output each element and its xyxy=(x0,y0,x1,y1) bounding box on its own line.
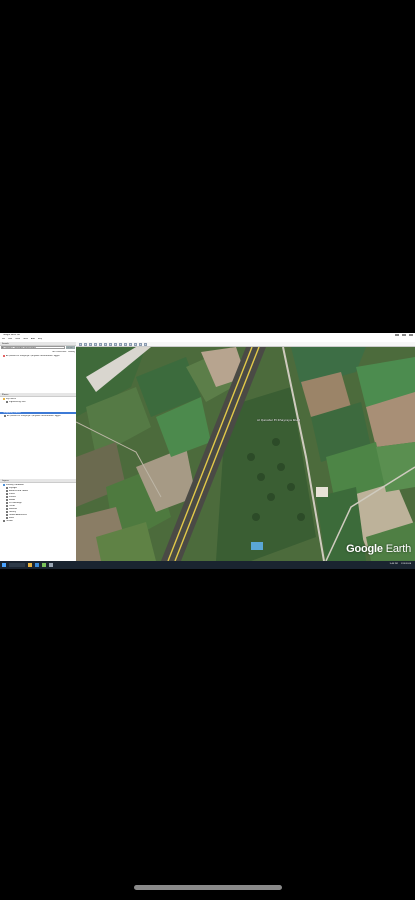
app-icon[interactable] xyxy=(49,563,53,567)
history-icon[interactable] xyxy=(109,342,112,346)
system-tray: 3:45 PM 1/15/2024 xyxy=(390,563,411,565)
places-sightseeing[interactable]: Sightseeing Tour xyxy=(6,401,26,403)
layer-roads[interactable]: Roads xyxy=(6,499,15,501)
file-explorer-icon[interactable] xyxy=(28,563,32,567)
satellite-imagery xyxy=(76,347,415,561)
checkbox-icon[interactable] xyxy=(6,487,8,489)
checkbox-icon[interactable] xyxy=(6,511,8,513)
checkbox-icon[interactable] xyxy=(6,517,8,519)
search-button[interactable]: Search xyxy=(66,346,75,349)
places-header[interactable]: Places xyxy=(0,393,76,397)
checkbox-icon[interactable] xyxy=(6,508,8,510)
checkbox-icon[interactable] xyxy=(6,499,8,501)
google-earth-logo: Google Earth xyxy=(346,543,411,555)
get-directions-link[interactable]: Get Directions xyxy=(52,351,66,353)
history-link[interactable]: History xyxy=(68,351,75,353)
layer-more[interactable]: More xyxy=(6,517,14,519)
layer-terrain[interactable]: Terrain xyxy=(3,520,13,522)
minimize-button[interactable] xyxy=(395,334,399,336)
path-icon[interactable] xyxy=(94,342,97,346)
checkbox-icon[interactable] xyxy=(6,490,8,492)
sun-icon[interactable] xyxy=(114,342,117,346)
taskbar-search[interactable] xyxy=(9,563,25,567)
maximize-button[interactable] xyxy=(402,334,406,336)
layer-photos[interactable]: Photos xyxy=(6,496,16,498)
start-icon[interactable] xyxy=(2,563,6,567)
home-indicator[interactable] xyxy=(134,885,282,890)
layer-places[interactable]: Places xyxy=(6,493,15,495)
print-icon[interactable] xyxy=(134,342,137,346)
layer-ocean[interactable]: Ocean xyxy=(6,505,15,507)
taskbar-date: 1/15/2024 xyxy=(400,563,411,565)
layer-borders[interactable]: Borders and Labels xyxy=(6,490,28,492)
layer-gallery[interactable]: Gallery xyxy=(6,511,16,513)
layer-3d-buildings[interactable]: 3D Buildings xyxy=(6,502,22,504)
places-result-item[interactable]: Al Qanater El Khayreya, Qalyubia Governo… xyxy=(4,415,61,417)
checkbox-icon[interactable] xyxy=(6,502,8,504)
search-links: Get Directions History xyxy=(52,351,75,353)
checkbox-icon[interactable] xyxy=(6,496,8,498)
layer-weather[interactable]: Weather xyxy=(6,508,17,510)
map-place-label[interactable]: Al Qanater El Khayreya Road xyxy=(257,418,300,422)
satellite-map[interactable]: Al Qanater El Khayreya Road Google Earth xyxy=(76,347,415,561)
save-image-icon[interactable] xyxy=(139,342,142,346)
search-result[interactable]: Al Qanater El Khayreya, Qalyubia Governo… xyxy=(3,355,60,357)
taskbar-time: 3:45 PM xyxy=(389,563,398,565)
checkbox-icon[interactable] xyxy=(3,520,5,522)
google-earth-taskbar-icon[interactable] xyxy=(42,563,46,567)
layer-primary-database[interactable]: Primary Database xyxy=(3,484,24,486)
checkbox-icon[interactable] xyxy=(6,493,8,495)
window-title: Google Earth Pro xyxy=(3,334,20,336)
ruler-icon[interactable] xyxy=(124,342,127,346)
places-temporary[interactable]: Temporary Places xyxy=(0,412,76,414)
logo-text-earth: Earth xyxy=(385,543,411,555)
hide-sidebar-icon[interactable] xyxy=(79,342,82,346)
windows-taskbar: 3:45 PM 1/15/2024 xyxy=(0,561,415,569)
places-my-places[interactable]: My Places xyxy=(3,398,16,400)
desktop-screen: Google Earth Pro File Edit View Tools Ad… xyxy=(0,333,415,569)
search-input[interactable]: Al Qanater, Qalyubia Governorate xyxy=(1,346,65,349)
placemark-icon[interactable] xyxy=(84,342,87,346)
checkbox-icon[interactable] xyxy=(6,505,8,507)
logo-text-google: Google xyxy=(346,543,383,555)
folder-icon xyxy=(3,398,5,400)
close-button[interactable] xyxy=(409,334,413,336)
globe-icon xyxy=(3,484,5,486)
email-icon[interactable] xyxy=(129,342,132,346)
view-in-maps-icon[interactable] xyxy=(144,342,147,346)
layers-header[interactable]: Layers xyxy=(0,479,76,483)
pin-icon xyxy=(3,355,5,357)
sidebar: Search Al Qanater, Qalyubia Governorate … xyxy=(0,342,77,561)
record-tour-icon[interactable] xyxy=(104,342,107,346)
browser-icon[interactable] xyxy=(35,563,39,567)
planets-icon[interactable] xyxy=(119,342,122,346)
layer-voyager[interactable]: Voyager xyxy=(6,487,17,489)
polygon-icon[interactable] xyxy=(89,342,92,346)
window-controls xyxy=(395,334,413,336)
checkbox-icon[interactable] xyxy=(4,415,6,417)
checkbox-icon[interactable] xyxy=(6,514,8,516)
layer-global-awareness[interactable]: Global Awareness xyxy=(6,514,27,516)
overlay-icon[interactable] xyxy=(99,342,102,346)
checkbox-icon[interactable] xyxy=(6,401,8,403)
